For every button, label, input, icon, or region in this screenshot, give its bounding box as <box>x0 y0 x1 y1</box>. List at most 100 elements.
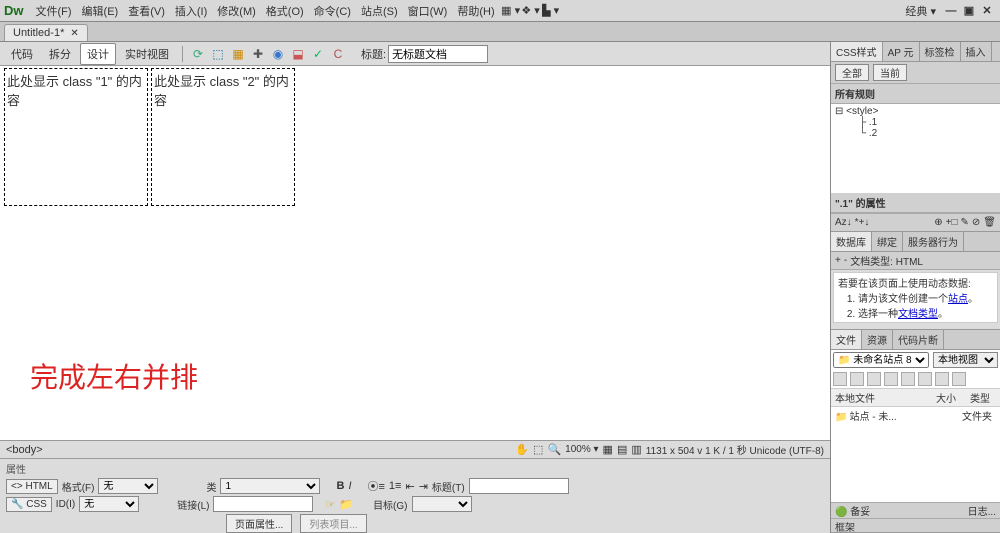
files-expand-icon[interactable] <box>952 372 966 386</box>
menu-edit[interactable]: 编辑(E) <box>78 1 123 21</box>
view-icon-3[interactable]: ▥ <box>631 443 641 456</box>
view-select[interactable]: 本地视图 <box>933 352 998 368</box>
files-get-icon[interactable] <box>867 372 881 386</box>
document-title-input[interactable] <box>388 45 488 63</box>
css-sort-icon[interactable]: Az↓ <box>835 217 852 228</box>
list-ul-icon[interactable]: ⦿≡ <box>368 478 385 494</box>
tool-icon-8[interactable]: C <box>329 45 347 63</box>
files-refresh-icon[interactable] <box>850 372 864 386</box>
site-select[interactable]: 📁 未命名站点 8 <box>833 352 929 368</box>
css-disable-icon[interactable]: ⊘ <box>972 217 980 228</box>
tab-database[interactable]: 数据库 <box>831 232 872 251</box>
css-cat-icon[interactable]: *+↓ <box>855 217 870 228</box>
menu-modify[interactable]: 修改(M) <box>213 1 260 21</box>
close-tab-icon[interactable]: ✕ <box>70 28 78 39</box>
bold-button[interactable]: B <box>336 480 344 492</box>
document-tab[interactable]: Untitled-1* ✕ <box>4 24 88 41</box>
layout-icon[interactable]: ▦ ▾ <box>501 4 521 17</box>
tool-icon-7[interactable]: ✓ <box>309 45 327 63</box>
tool-icon-1[interactable]: ⟳ <box>189 45 207 63</box>
link-point-icon[interactable]: ☞ <box>325 498 335 511</box>
menu-insert[interactable]: 插入(I) <box>171 1 211 21</box>
menu-site[interactable]: 站点(S) <box>357 1 402 21</box>
col-type[interactable]: 类型 <box>966 389 1000 406</box>
menu-commands[interactable]: 命令(C) <box>310 1 355 21</box>
create-site-link[interactable]: 站点 <box>948 294 968 305</box>
menu-help[interactable]: 帮助(H) <box>453 1 498 21</box>
view-live-button[interactable]: 实时视图 <box>118 43 176 65</box>
link-input[interactable] <box>213 496 313 512</box>
css-current-button[interactable]: 当前 <box>873 64 907 81</box>
id-select[interactable]: 无 <box>79 496 139 512</box>
tag-path[interactable]: <body> <box>6 444 515 456</box>
tab-insert[interactable]: 插入 <box>961 42 992 61</box>
tool-icon-6[interactable]: ⬓ <box>289 45 307 63</box>
zoom-select[interactable]: 100% ▾ <box>565 444 598 455</box>
files-put-icon[interactable] <box>884 372 898 386</box>
extend-icon[interactable]: ❖ ▾ <box>521 4 541 17</box>
div-class-2[interactable]: 此处显示 class "2" 的内容 <box>151 68 295 206</box>
files-connect-icon[interactable] <box>833 372 847 386</box>
db-add-icon[interactable]: + <box>835 255 841 266</box>
zoom-tool-icon[interactable]: 🔍 <box>547 443 561 456</box>
css-new-icon[interactable]: +□ <box>946 217 958 228</box>
italic-button[interactable]: I <box>348 480 351 492</box>
css-all-button[interactable]: 全部 <box>835 64 869 81</box>
outdent-icon[interactable]: ⇤ <box>405 480 414 493</box>
menu-window[interactable]: 窗口(W) <box>404 1 452 21</box>
link-browse-icon[interactable]: 📁 <box>339 498 353 511</box>
page-properties-button[interactable]: 页面属性... <box>226 514 292 533</box>
view-design-button[interactable]: 设计 <box>80 43 116 65</box>
css-edit-icon[interactable]: ✎ <box>961 217 969 228</box>
tool-icon-3[interactable]: ▦ <box>229 45 247 63</box>
menu-file[interactable]: 文件(F) <box>32 1 76 21</box>
props-html-tab[interactable]: <> HTML <box>6 479 58 494</box>
list-ol-icon[interactable]: 1≡ <box>389 480 402 492</box>
tab-snippets[interactable]: 代码片断 <box>893 330 944 349</box>
files-checkout-icon[interactable] <box>901 372 915 386</box>
view-split-button[interactable]: 拆分 <box>42 43 78 65</box>
tab-css-styles[interactable]: CSS样式 <box>831 42 883 61</box>
div-class-1[interactable]: 此处显示 class "1" 的内容 <box>4 68 148 206</box>
tab-assets[interactable]: 资源 <box>862 330 893 349</box>
minimize-button[interactable]: — <box>942 5 960 17</box>
css-delete-icon[interactable]: 🗑 <box>983 217 996 228</box>
target-select[interactable] <box>412 496 472 512</box>
col-size[interactable]: 大小 <box>932 389 966 406</box>
status-log[interactable]: 日志... <box>968 503 996 518</box>
frames-panel-header[interactable]: 框架 <box>831 518 1000 532</box>
doc-type-link[interactable]: 文档类型 <box>898 309 938 320</box>
tab-ap-elements[interactable]: AP 元 <box>883 42 920 61</box>
site-icon[interactable]: ▙ ▾ <box>541 4 561 17</box>
menu-format[interactable]: 格式(O) <box>262 1 308 21</box>
tool-icon-5[interactable]: ◉ <box>269 45 287 63</box>
view-icon-2[interactable]: ▤ <box>617 443 627 456</box>
db-remove-icon[interactable]: - <box>844 255 847 266</box>
maximize-button[interactable]: ▣ <box>960 4 978 17</box>
design-canvas[interactable]: 此处显示 class "1" 的内容 此处显示 class "2" 的内容 完成… <box>0 66 830 440</box>
col-localfile[interactable]: 本地文件 <box>831 389 932 406</box>
view-code-button[interactable]: 代码 <box>4 43 40 65</box>
tab-server-behaviors[interactable]: 服务器行为 <box>903 232 964 251</box>
files-sync-icon[interactable] <box>935 372 949 386</box>
select-tool-icon[interactable]: ⬚ <box>533 443 543 456</box>
title-input2[interactable] <box>469 478 569 494</box>
class-select[interactable]: 1 <box>220 478 320 494</box>
file-row-site[interactable]: 📁站点 - 未... 文件夹 <box>831 407 1000 424</box>
workspace-selector[interactable]: 经典 ▾ <box>905 3 936 19</box>
css-attach-icon[interactable]: ⊕ <box>934 217 942 228</box>
tool-icon-4[interactable]: ✚ <box>249 45 267 63</box>
tab-files[interactable]: 文件 <box>831 330 862 349</box>
files-checkin-icon[interactable] <box>918 372 932 386</box>
tool-icon-2[interactable]: ⬚ <box>209 45 227 63</box>
hand-tool-icon[interactable]: ✋ <box>515 443 529 456</box>
indent-icon[interactable]: ⇥ <box>419 480 428 493</box>
tab-tag-inspector[interactable]: 标签检 <box>920 42 961 61</box>
tab-bindings[interactable]: 绑定 <box>872 232 903 251</box>
css-rules-tree[interactable]: ⊟ <style> ├ .1 └ .2 <box>835 106 996 139</box>
props-css-tab[interactable]: 🔧 CSS <box>6 497 52 512</box>
menu-view[interactable]: 查看(V) <box>124 1 169 21</box>
view-icon-1[interactable]: ▦ <box>603 443 613 456</box>
format-select[interactable]: 无 <box>98 478 158 494</box>
close-button[interactable]: ✕ <box>978 4 996 17</box>
